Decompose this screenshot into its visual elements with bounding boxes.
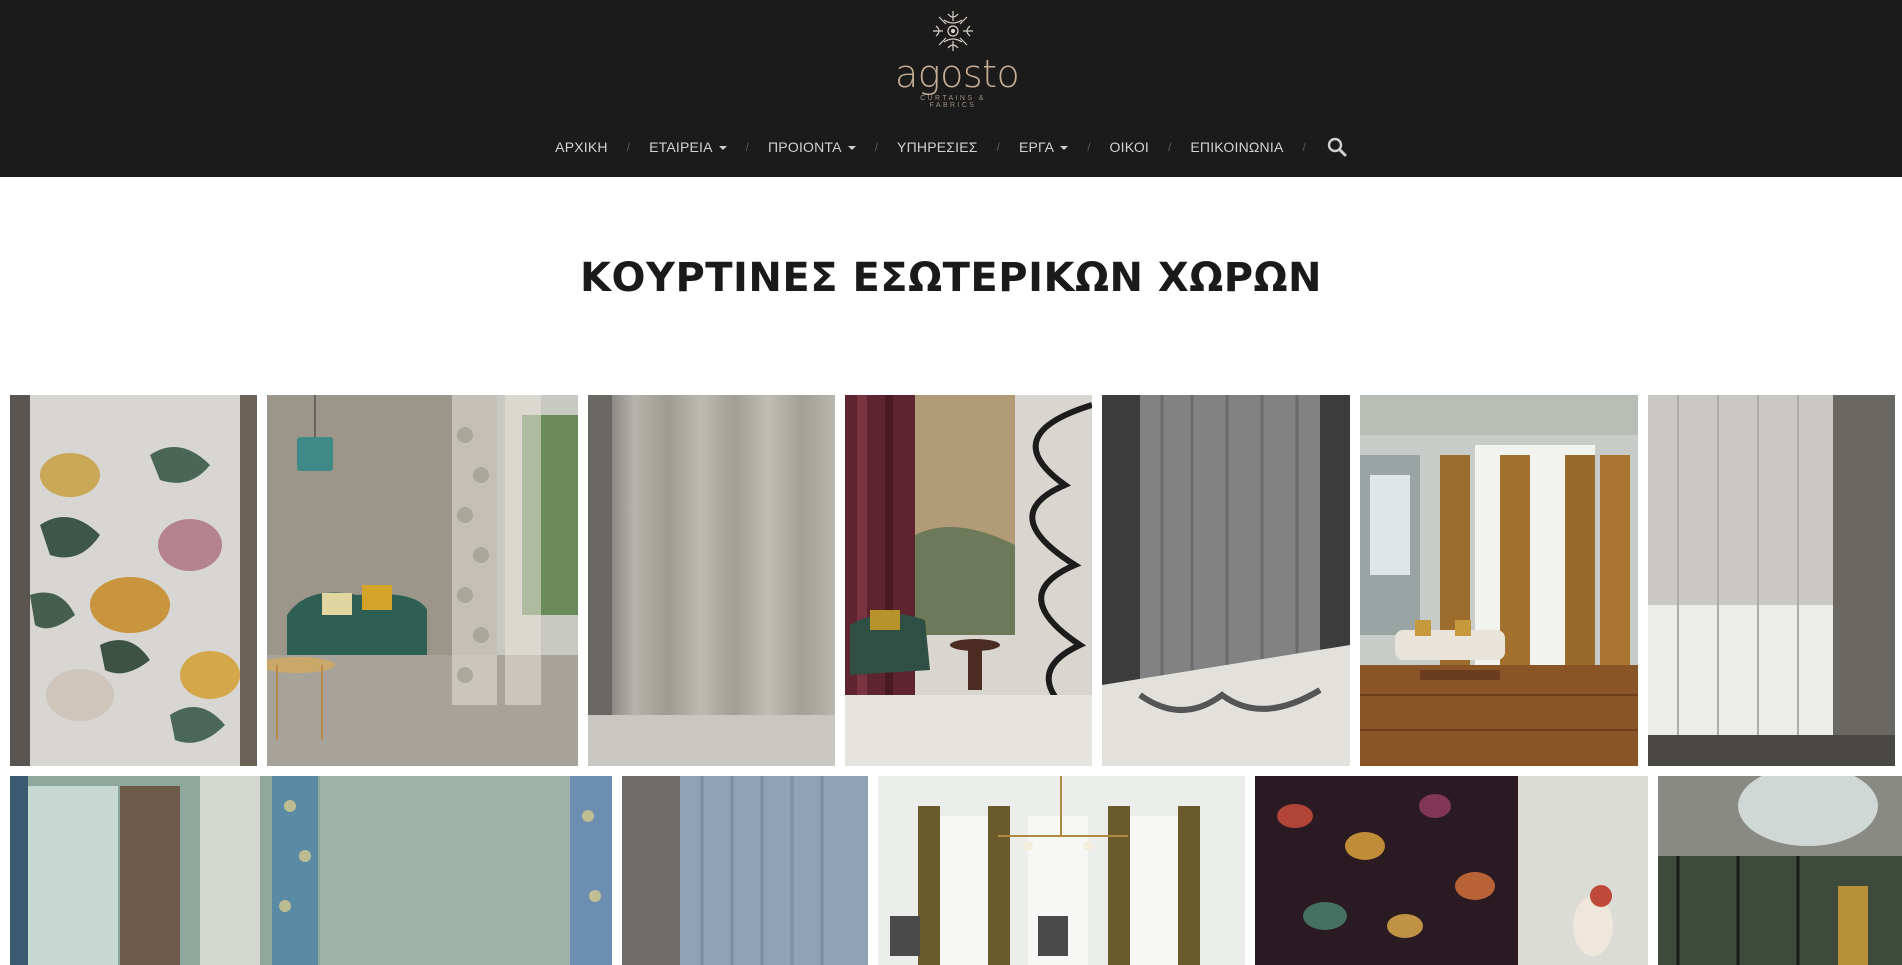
gallery-image[interactable] <box>1102 395 1350 766</box>
gallery-image[interactable] <box>588 395 835 766</box>
logo-emblem-icon <box>933 11 973 51</box>
nav-separator: / <box>1087 140 1091 154</box>
caret-down-icon <box>847 145 856 150</box>
brand-logo[interactable]: agosto CURTAINS & FABRICS <box>895 8 1020 109</box>
nav-item-products[interactable]: ΠΡΟΙΟΝΤΑ <box>768 139 856 155</box>
nav-label-houses: ΟΙΚΟΙ <box>1109 139 1150 155</box>
gallery-image[interactable] <box>845 395 1092 766</box>
nav-label-home: ΑΡΧΙΚΗ <box>555 139 608 155</box>
nav-item-home[interactable]: ΑΡΧΙΚΗ <box>555 139 608 155</box>
nav-item-projects[interactable]: ΕΡΓΑ <box>1018 139 1069 155</box>
search-icon[interactable] <box>1327 137 1347 157</box>
page-title-container: ΚΟΥΡΤΙΝΕΣ ΕΣΩΤΕΡΙΚΩΝ ΧΩΡΩΝ <box>0 255 1902 301</box>
nav-label-projects: ΕΡΓΑ <box>1018 139 1055 155</box>
gallery-image[interactable] <box>267 395 578 766</box>
site-header: agosto CURTAINS & FABRICS ΑΡΧΙΚΗ / ΕΤΑΙΡ… <box>0 0 1902 177</box>
nav-separator: / <box>996 140 1000 154</box>
nav-separator: / <box>874 140 879 154</box>
brand-wordmark: agosto <box>895 52 1020 96</box>
nav-item-houses[interactable]: ΟΙΚΟΙ <box>1110 139 1149 155</box>
gallery-image[interactable] <box>1255 776 1648 965</box>
nav-label-company: ΕΤΑΙΡΕΙΑ <box>649 139 713 155</box>
nav-label-services: ΥΠΗΡΕΣΙΕΣ <box>897 139 978 155</box>
nav-item-services[interactable]: ΥΠΗΡΕΣΙΕΣ <box>897 139 978 155</box>
nav-item-contact[interactable]: ΕΠΙΚΟΙΝΩΝΙΑ <box>1190 139 1283 155</box>
caret-down-icon <box>718 145 727 150</box>
brand-tagline: CURTAINS & FABRICS <box>920 95 986 109</box>
page-title: ΚΟΥΡΤΙΝΕΣ ΕΣΩΤΕΡΙΚΩΝ ΧΩΡΩΝ <box>579 255 1322 301</box>
caret-down-icon <box>1060 145 1069 150</box>
nav-label-products: ΠΡΟΙΟΝΤΑ <box>768 139 842 155</box>
main-navigation: ΑΡΧΙΚΗ / ΕΤΑΙΡΕΙΑ / ΠΡΟΙΟΝΤΑ / ΥΠΗΡΕΣΙΕΣ… <box>0 136 1902 158</box>
nav-separator: / <box>745 140 749 154</box>
nav-item-company[interactable]: ΕΤΑΙΡΕΙΑ <box>649 139 727 155</box>
gallery-image[interactable] <box>622 776 868 965</box>
nav-label-contact: ΕΠΙΚΟΙΝΩΝΙΑ <box>1190 139 1284 155</box>
gallery-image[interactable] <box>878 776 1245 965</box>
gallery-image[interactable] <box>1658 776 1902 965</box>
nav-separator: / <box>1168 140 1172 154</box>
gallery-image[interactable] <box>1648 395 1895 766</box>
gallery-image[interactable] <box>10 776 612 965</box>
nav-separator: / <box>1302 140 1306 154</box>
gallery-image[interactable] <box>10 395 257 766</box>
nav-separator: / <box>626 140 631 154</box>
gallery-image[interactable] <box>1360 395 1638 766</box>
